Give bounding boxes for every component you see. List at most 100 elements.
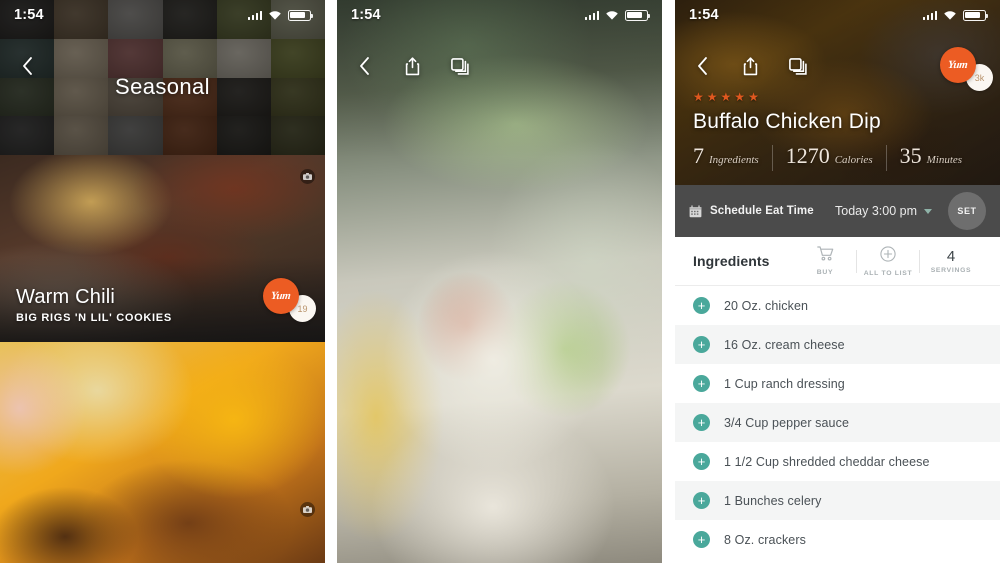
status-bar: 1:54 (0, 0, 325, 30)
star-icon: ★ (693, 90, 704, 104)
add-ingredient-icon[interactable]: + (693, 453, 710, 470)
add-ingredient-icon[interactable]: + (693, 531, 710, 548)
shopping-cart-icon (816, 246, 834, 266)
schedule-label-group: Schedule Eat Time (689, 204, 814, 218)
list-item[interactable]: + 1 1/2 Cup shredded cheddar cheese (675, 442, 1000, 481)
stat-value: 1270 (785, 143, 830, 168)
ingredient-text: 3/4 Cup pepper sauce (724, 415, 850, 430)
wifi-icon (268, 10, 282, 21)
wifi-icon (943, 10, 957, 21)
recipe-photo (0, 342, 325, 563)
status-bar: 1:54 (675, 0, 1000, 30)
stat-ingredients: 7 Ingredients (693, 145, 759, 167)
signal-bars-icon (584, 10, 599, 20)
schedule-time-dropdown[interactable]: Today 3:00 pm (835, 204, 932, 218)
status-time: 1:54 (689, 7, 719, 23)
ingredient-text: 1 Cup ranch dressing (724, 376, 845, 391)
screenshot-stage: Seasonal 1:54 Warm Chili BIG RIGS 'N LIL… (0, 0, 1000, 563)
yum-group: 19 Yum (263, 278, 316, 322)
chevron-down-icon (924, 208, 932, 214)
buy-action[interactable]: BUY (794, 246, 856, 277)
phone-panel-seasonal: Seasonal 1:54 Warm Chili BIG RIGS 'N LIL… (0, 0, 325, 563)
schedule-label: Schedule Eat Time (710, 205, 814, 217)
recipe-stats: 7 Ingredients 1270 Calories 35 Minutes (693, 145, 986, 171)
camera-icon[interactable] (300, 502, 315, 517)
battery-icon (625, 9, 651, 21)
battery-icon (288, 9, 314, 21)
camera-icon[interactable] (300, 169, 315, 184)
servings-value: 4 (946, 247, 956, 265)
stat-divider (885, 145, 887, 171)
list-item[interactable]: + 3/4 Cup pepper sauce (675, 403, 1000, 442)
list-item[interactable]: + 20 Oz. chicken (675, 286, 1000, 325)
share-button[interactable] (399, 53, 425, 79)
servings-label: SERVINGS (930, 266, 972, 274)
ingredient-text: 1 1/2 Cup shredded cheddar cheese (724, 454, 930, 469)
schedule-eat-time-bar[interactable]: Schedule Eat Time Today 3:00 pm SET (675, 185, 1000, 237)
all-to-list-label: ALL TO LIST (863, 269, 913, 277)
schedule-time-value: Today 3:00 pm (835, 204, 917, 218)
stacked-cards-button[interactable] (447, 53, 473, 79)
stacked-cards-button[interactable] (785, 53, 811, 79)
add-ingredient-icon[interactable]: + (693, 375, 710, 392)
stat-calories: 1270 Calories (786, 145, 873, 167)
stat-value: 35 (899, 143, 922, 168)
recipe-header-info: ★ ★ ★ ★ ★ Buffalo Chicken Dip 7 Ingredie… (693, 91, 986, 171)
star-icon: ★ (706, 90, 718, 104)
ingredients-header: Ingredients BUY ALL TO LIST 4 SERVINGS (675, 237, 1000, 286)
stat-divider (771, 145, 773, 171)
all-to-list-action[interactable]: ALL TO LIST (857, 245, 919, 277)
stat-label: Minutes (926, 154, 963, 166)
nav-toolbar (0, 44, 325, 88)
ingredients-actions: BUY ALL TO LIST 4 SERVINGS (794, 245, 982, 277)
ingredient-text: 16 Oz. cream cheese (724, 337, 845, 352)
stat-minutes: 35 Minutes (900, 145, 962, 167)
list-item[interactable]: + 8 Oz. crackers (675, 520, 1000, 559)
list-item[interactable]: + 1 Bunches celery (675, 481, 1000, 520)
nav-toolbar (675, 44, 1000, 88)
set-button[interactable]: SET (948, 192, 986, 230)
ingredient-text: 8 Oz. crackers (724, 532, 806, 547)
signal-bars-icon (247, 10, 262, 20)
calendar-icon (689, 204, 702, 218)
back-button[interactable] (689, 53, 715, 79)
panel-divider (662, 0, 675, 563)
star-icon: ★ (734, 90, 746, 104)
status-indicators (247, 9, 314, 21)
phone-panel-recipe-photo: 1:54 (337, 0, 662, 563)
ingredients-list: + 20 Oz. chicken + 16 Oz. cream cheese +… (675, 286, 1000, 563)
share-button[interactable] (737, 53, 763, 79)
signal-bars-icon (922, 10, 937, 20)
list-item[interactable]: + 16 Oz. cream cheese (675, 325, 1000, 364)
wifi-icon (605, 10, 619, 21)
list-item[interactable]: + 1 Cup ranch dressing (675, 364, 1000, 403)
set-button-label: SET (957, 206, 977, 216)
panel-divider (325, 0, 337, 563)
stat-value: 7 (693, 143, 704, 168)
status-bar: 1:54 (337, 0, 662, 30)
status-time: 1:54 (14, 7, 44, 23)
back-button[interactable] (351, 53, 377, 79)
ingredients-title: Ingredients (693, 253, 770, 269)
recipe-card-cheese[interactable] (0, 342, 325, 563)
star-icon: ★ (748, 90, 759, 104)
yum-label: Yum (270, 290, 292, 302)
ingredient-text: 20 Oz. chicken (724, 298, 809, 313)
servings-stepper[interactable]: 4 SERVINGS (920, 246, 982, 277)
add-ingredient-icon[interactable]: + (693, 492, 710, 509)
yum-button[interactable]: Yum (263, 278, 299, 314)
recipe-author: BIG RIGS 'N LIL' COOKIES (16, 312, 172, 324)
add-ingredient-icon[interactable]: + (693, 414, 710, 431)
phone-panel-recipe-detail: ★ ★ ★ ★ ★ Buffalo Chicken Dip 7 Ingredie… (675, 0, 1000, 563)
add-ingredient-icon[interactable]: + (693, 297, 710, 314)
recipe-card-warm-chili[interactable]: Warm Chili BIG RIGS 'N LIL' COOKIES 19 Y… (0, 155, 325, 342)
recipe-title: Warm Chili (16, 286, 116, 308)
status-indicators (922, 9, 989, 21)
status-time: 1:54 (351, 7, 381, 23)
back-button[interactable] (14, 53, 40, 79)
buy-label: BUY (816, 269, 834, 276)
add-ingredient-icon[interactable]: + (693, 336, 710, 353)
star-icon: ★ (720, 90, 732, 104)
recipe-title: Buffalo Chicken Dip (693, 110, 881, 133)
nav-toolbar (337, 44, 662, 88)
